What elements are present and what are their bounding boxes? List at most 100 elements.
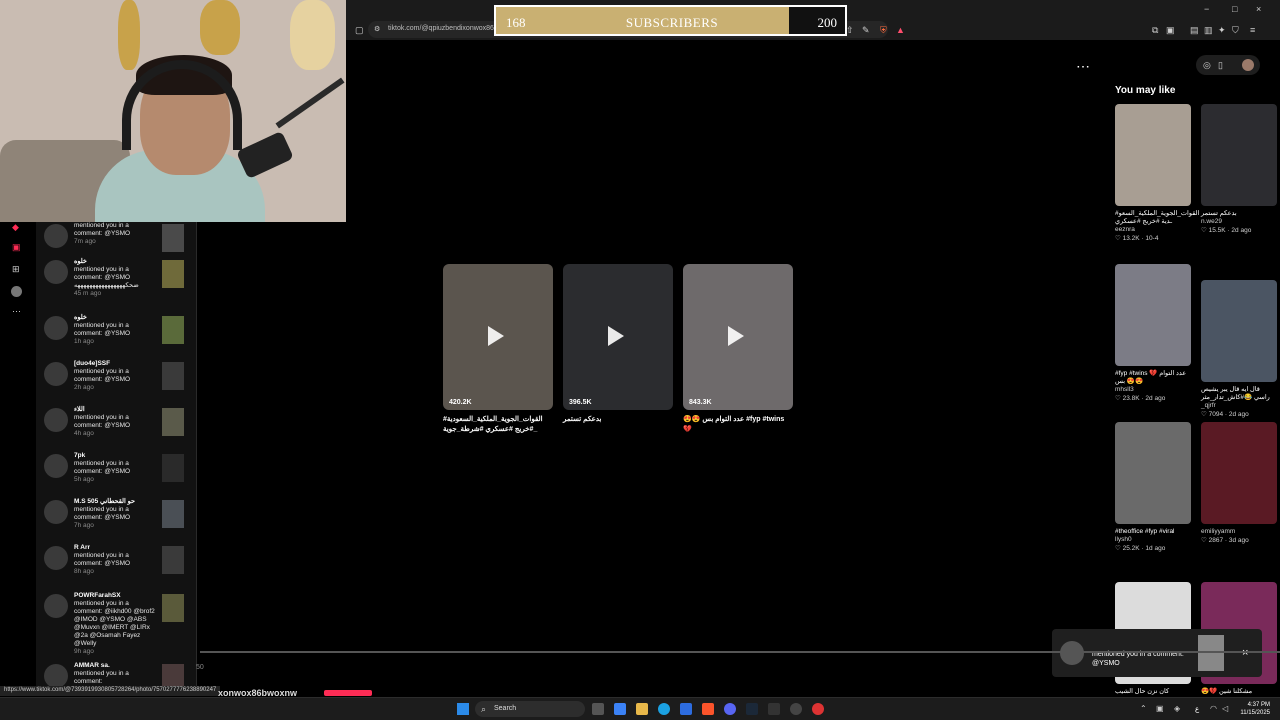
recommended-thumbnail[interactable] bbox=[1115, 264, 1191, 366]
recommended-item[interactable]: بدعكم تستمر n.we29 ♡ 15.5K · 2d ago bbox=[1201, 104, 1277, 235]
recommended-username[interactable]: llysh0 bbox=[1115, 536, 1191, 544]
wifi-icon[interactable]: ◠ bbox=[1210, 704, 1217, 714]
recommended-thumbnail[interactable] bbox=[1201, 104, 1277, 206]
avatar[interactable] bbox=[44, 664, 68, 688]
recommended-username[interactable]: _qjrfr bbox=[1201, 402, 1277, 410]
edge-icon[interactable] bbox=[658, 703, 670, 715]
tray-app-icon[interactable]: ◈ bbox=[1174, 704, 1180, 714]
avatar[interactable] bbox=[44, 316, 68, 340]
video-title[interactable]: 😍😍 عدد التوام بس #fyp #twins 💔 bbox=[683, 415, 793, 435]
video-card[interactable]: 843.3K 😍😍 عدد التوام بس #fyp #twins 💔 bbox=[683, 264, 793, 435]
leo-icon[interactable]: ✦ bbox=[1218, 25, 1226, 35]
follow-button[interactable] bbox=[324, 690, 372, 696]
sidebar-icon[interactable]: ▤ bbox=[1190, 25, 1199, 35]
recommended-username[interactable]: mhsll3 bbox=[1115, 386, 1191, 394]
profile-avatar[interactable] bbox=[11, 286, 22, 297]
avatar[interactable] bbox=[44, 362, 68, 386]
toast-thumbnail[interactable] bbox=[1198, 635, 1224, 671]
wallet-icon[interactable]: ▥ bbox=[1204, 25, 1213, 35]
tray-icon[interactable]: ▣ bbox=[1156, 704, 1164, 714]
recommended-item[interactable]: #fyp #twins عدد التوام 💔😍😍 بس mhsll3 ♡ 23.… bbox=[1115, 264, 1191, 403]
user-avatar[interactable] bbox=[1242, 59, 1254, 71]
recommended-thumbnail[interactable] bbox=[1201, 280, 1277, 382]
recommended-username[interactable]: emiliyyamm bbox=[1201, 528, 1277, 536]
brave-shield-icon[interactable]: ⛨ bbox=[880, 25, 887, 35]
site-info-icon[interactable]: ⚙ bbox=[374, 25, 380, 35]
store-icon[interactable] bbox=[680, 703, 692, 715]
tray-chevron-icon[interactable]: ⌃ bbox=[1140, 704, 1147, 714]
avatar[interactable] bbox=[44, 408, 68, 432]
volume-icon[interactable]: ◁ bbox=[1222, 704, 1228, 714]
video-title[interactable]: #القوات_الجوية_الملكية_السعودية #خريج #ع… bbox=[443, 415, 553, 435]
video-card[interactable]: 396.5K بدعكم تستمر bbox=[563, 264, 673, 425]
avatar[interactable] bbox=[44, 546, 68, 570]
upload-icon[interactable]: ⊞ bbox=[12, 264, 20, 274]
avatar[interactable] bbox=[44, 500, 68, 524]
recommended-item[interactable]: emiliyyamm ♡ 2867 · 3d ago bbox=[1201, 422, 1277, 545]
recommended-thumbnail[interactable] bbox=[1115, 104, 1191, 206]
avatar[interactable] bbox=[44, 260, 68, 284]
brave-icon[interactable] bbox=[702, 703, 714, 715]
copilot-icon[interactable] bbox=[614, 703, 626, 715]
discord-icon[interactable] bbox=[724, 703, 736, 715]
steam-icon[interactable] bbox=[746, 703, 758, 715]
avatar[interactable] bbox=[44, 454, 68, 478]
notification-thumbnail[interactable] bbox=[162, 594, 184, 622]
avatar[interactable] bbox=[44, 224, 68, 248]
recommended-thumbnail[interactable] bbox=[1201, 422, 1277, 524]
capcut-icon[interactable] bbox=[768, 703, 780, 715]
video-thumbnail[interactable]: 420.2K bbox=[443, 264, 553, 410]
menu-icon[interactable]: ≡ bbox=[1250, 25, 1255, 35]
clock[interactable]: 4:37 PM 11/15/2025 bbox=[1240, 701, 1270, 717]
video-thumbnail[interactable]: 843.3K bbox=[683, 264, 793, 410]
notification-thumbnail[interactable] bbox=[162, 664, 184, 688]
recommended-title[interactable]: كان نزن حال الشيب bbox=[1115, 688, 1191, 696]
bookmark-icon[interactable]: ▢ bbox=[355, 25, 364, 35]
video-card[interactable]: 420.2K #القوات_الجوية_الملكية_السعودية #خ… bbox=[443, 264, 553, 435]
file-explorer-icon[interactable] bbox=[636, 703, 648, 715]
video-title[interactable]: بدعكم تستمر bbox=[563, 415, 673, 425]
play-icon[interactable] bbox=[728, 326, 744, 346]
recommended-username[interactable]: n.we29 bbox=[1201, 218, 1277, 226]
recommended-item[interactable]: قال ايه قال يبر يشيص راسي 😂#كاش_تدار_مثر… bbox=[1201, 280, 1277, 419]
notification-thumbnail[interactable] bbox=[162, 362, 184, 390]
recommended-title[interactable]: #theoffice #fyp #viral bbox=[1115, 528, 1191, 536]
recommended-title[interactable]: بدعكم تستمر bbox=[1201, 210, 1277, 218]
video-thumbnail[interactable]: 396.5K bbox=[563, 264, 673, 410]
recommended-title[interactable]: #القوات_الجوية_الملكية_السعو ـدية #خريج … bbox=[1115, 210, 1199, 226]
activity-icon[interactable]: ▣ bbox=[12, 242, 21, 252]
notification-thumbnail[interactable] bbox=[162, 224, 184, 252]
obs-icon[interactable] bbox=[790, 703, 802, 715]
avatar[interactable] bbox=[44, 594, 68, 618]
compass-icon[interactable]: ◎ bbox=[1203, 60, 1211, 70]
edit-icon[interactable]: ✎ bbox=[862, 25, 870, 35]
vpn-icon[interactable]: ⛉ bbox=[1232, 25, 1239, 35]
video-progress-bar[interactable] bbox=[200, 651, 1280, 653]
play-icon[interactable] bbox=[488, 326, 504, 346]
recommended-thumbnail[interactable] bbox=[1115, 422, 1191, 524]
recommended-item[interactable]: #theoffice #fyp #viral llysh0 ♡ 25.2K · 1d… bbox=[1115, 422, 1191, 553]
notification-thumbnail[interactable] bbox=[162, 316, 184, 344]
notification-thumbnail[interactable] bbox=[162, 408, 184, 436]
task-view-icon[interactable] bbox=[592, 703, 604, 715]
recommended-item[interactable]: #القوات_الجوية_الملكية_السعو ـدية #خريج … bbox=[1115, 104, 1199, 243]
language-indicator[interactable]: ع bbox=[1195, 705, 1199, 713]
recommended-title[interactable]: قال ايه قال يبر يشيص راسي 😂#كاش_تدار_مثر bbox=[1201, 386, 1277, 402]
notification-thumbnail[interactable] bbox=[162, 260, 184, 288]
minimize-button[interactable]: − bbox=[1204, 4, 1209, 14]
windows-start-icon[interactable] bbox=[457, 703, 469, 715]
more-icon[interactable]: ⋯ bbox=[12, 306, 21, 316]
screenshot-icon[interactable]: ▣ bbox=[1166, 25, 1175, 35]
maximize-button[interactable]: □ bbox=[1232, 4, 1237, 14]
notification-toast[interactable]: mentioned you in a comment: @YSMO × bbox=[1052, 629, 1262, 677]
app-icon[interactable] bbox=[812, 703, 824, 715]
play-icon[interactable] bbox=[608, 326, 624, 346]
recommended-title[interactable]: 😍💔 مشكلنا شين bbox=[1201, 688, 1277, 696]
recommended-username[interactable]: eeznra bbox=[1115, 226, 1191, 234]
rewards-icon[interactable]: ▲ bbox=[896, 25, 905, 35]
taskbar-search[interactable]: ⌕ Search bbox=[475, 701, 585, 717]
close-window-button[interactable]: × bbox=[1256, 4, 1261, 14]
notification-thumbnail[interactable] bbox=[162, 454, 184, 482]
more-options-icon[interactable]: ⋯ bbox=[1076, 58, 1090, 75]
notification-thumbnail[interactable] bbox=[162, 500, 184, 528]
